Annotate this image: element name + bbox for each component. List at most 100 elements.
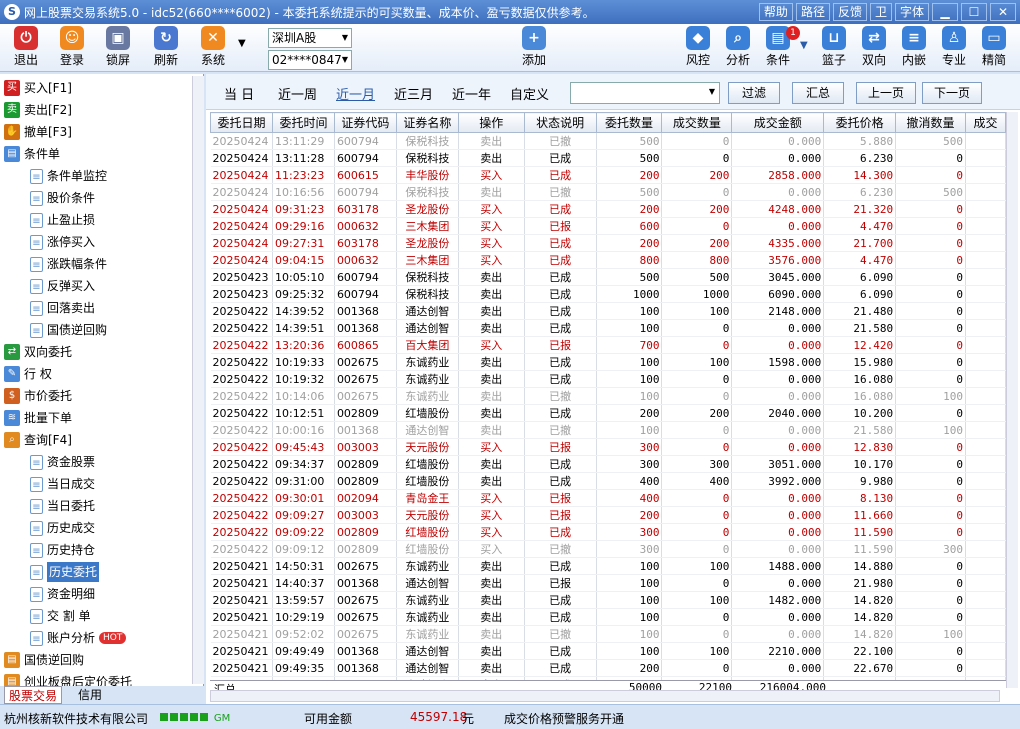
column-header[interactable]: 操作 <box>457 112 525 133</box>
column-header[interactable]: 成交金额 <box>731 112 825 133</box>
table-row[interactable]: 20250423 10:05:10 600794 保税科技 卖出 已成 500 500 3045… <box>210 268 1006 286</box>
column-header[interactable]: 撤消数量 <box>895 112 966 133</box>
table-row[interactable]: 20250424 13:11:28 600794 保税科技 卖出 已成 500 0 0.000 6… <box>210 149 1006 167</box>
table-row[interactable]: 20250422 10:19:33 002675 东诚药业 卖出 已成 100 100 1598… <box>210 353 1006 371</box>
system-dropdown-icon[interactable]: ▼ <box>238 38 246 49</box>
column-header[interactable]: 状态说明 <box>523 112 597 133</box>
tab-month[interactable]: 近一月 <box>336 84 375 103</box>
table-row[interactable]: 20250424 09:04:15 000632 三木集团 买入 已成 800 800 3576… <box>210 251 1006 269</box>
table-row[interactable]: 20250422 10:12:51 002809 红墙股份 卖出 已成 200 200 2040… <box>210 404 1006 422</box>
filter-button[interactable]: 过滤 <box>728 82 780 104</box>
table-row[interactable]: 20250424 11:23:23 600615 丰华股份 买入 已成 200 200 2858… <box>210 166 1006 184</box>
sidebar-item[interactable]: ≡ 历史委托 <box>30 562 100 582</box>
sidebar-item[interactable]: ≡ 历史持仓 <box>30 540 95 560</box>
account-select[interactable]: 02****0847 <box>268 50 352 70</box>
sidebar-item[interactable]: ≡ 当日成交 <box>30 474 95 494</box>
table-row[interactable]: 20250424 09:27:31 603178 圣龙股份 买入 已成 200 200 4335… <box>210 234 1006 252</box>
sidebar-item[interactable]: ≡ 涨跌幅条件 <box>30 254 107 274</box>
table-row[interactable]: 20250422 09:09:27 003003 天元股份 买入 已报 200 0 0.000 1… <box>210 506 1006 524</box>
table-row[interactable]: 20250424 13:11:29 600794 保税科技 卖出 已撤 500 0 0.000 5… <box>210 132 1006 150</box>
sidebar-item[interactable]: $ 市价委托 <box>4 386 72 406</box>
sidebar-item[interactable]: ≡ 止盈止损 <box>30 210 95 230</box>
tab-week[interactable]: 近一周 <box>278 84 317 103</box>
bidirectional-button[interactable]: ⇄ 双向 <box>854 26 894 68</box>
condition-button[interactable]: ▤ 条件 1 <box>758 26 800 68</box>
sidebar-item[interactable]: ⇄ 双向委托 <box>4 342 72 362</box>
feedback-link[interactable]: 反馈 <box>832 3 867 21</box>
market-select[interactable]: 深圳A股 <box>268 28 352 48</box>
help-link[interactable]: 帮助 <box>758 3 793 21</box>
table-row[interactable]: 20250421 09:49:35 001368 通达创智 卖出 已成 200 0 0.000 2… <box>210 659 1006 677</box>
login-button[interactable]: ☺ 登录 <box>52 26 92 68</box>
sidebar-item[interactable]: ≡ 历史成交 <box>30 518 95 538</box>
table-row[interactable]: 20250422 09:09:12 002809 红墙股份 买入 已撤 300 0 0.000 1… <box>210 540 1006 558</box>
sidebar-item[interactable]: ≡ 账户分析 HOT <box>30 628 127 648</box>
sidebar-item[interactable]: ≡ 条件单监控 <box>30 166 107 186</box>
column-header[interactable]: 证券代码 <box>333 112 397 133</box>
font-link[interactable]: 字体 <box>894 3 929 21</box>
refresh-button[interactable]: ↻ 刷新 <box>146 26 186 68</box>
table-row[interactable]: 20250421 10:29:19 002675 东诚药业 卖出 已成 100 0 0.000 1… <box>210 608 1006 626</box>
tab-year[interactable]: 近一年 <box>452 84 491 103</box>
table-vertical-scrollbar[interactable] <box>1006 112 1018 688</box>
professional-button[interactable]: ♙ 专业 <box>934 26 974 68</box>
sidebar-item[interactable]: ≡ 资金股票 <box>30 452 95 472</box>
table-row[interactable]: 20250424 10:16:56 600794 保税科技 卖出 已撤 500 0 0.000 6… <box>210 183 1006 201</box>
add-button[interactable]: + 添加 <box>514 26 554 68</box>
tab-custom[interactable]: 自定义 <box>510 84 549 103</box>
summary-button[interactable]: 汇总 <box>792 82 844 104</box>
compact-button[interactable]: ▭ 精简 <box>974 26 1014 68</box>
tab-stock-trading[interactable]: 股票交易 <box>4 686 63 704</box>
table-row[interactable]: 20250422 09:30:01 002094 青岛金王 买入 已报 400 0 0.000 8… <box>210 489 1006 507</box>
sidebar-scrollbar[interactable] <box>192 76 204 684</box>
table-row[interactable]: 20250424 09:31:23 603178 圣龙股份 买入 已成 200 200 4248… <box>210 200 1006 218</box>
table-row[interactable]: 20250422 10:19:32 002675 东诚药业 卖出 已成 100 0 0.000 1… <box>210 370 1006 388</box>
column-header[interactable]: 委托价格 <box>823 112 897 133</box>
sidebar-item[interactable]: ≡ 交 割 单 <box>30 606 91 626</box>
close-icon[interactable]: ✕ <box>990 3 1016 21</box>
table-row[interactable]: 20250422 13:20:36 600865 百大集团 买入 已报 700 0 0.000 1… <box>210 336 1006 354</box>
analysis-button[interactable]: ⌕ 分析 <box>718 26 758 68</box>
column-header[interactable]: 成交数量 <box>661 112 733 133</box>
sidebar-item[interactable]: ≋ 批量下单 <box>4 408 72 428</box>
table-row[interactable]: 20250422 09:34:37 002809 红墙股份 卖出 已成 300 300 3051… <box>210 455 1006 473</box>
table-row[interactable]: 20250422 14:39:51 001368 通达创智 卖出 已成 100 0 0.000 2… <box>210 319 1006 337</box>
sidebar-item[interactable]: ≡ 国债逆回购 <box>30 320 107 340</box>
basket-button[interactable]: ⊔ 篮子 <box>814 26 854 68</box>
table-row[interactable]: 20250422 14:39:52 001368 通达创智 卖出 已成 100 100 2148… <box>210 302 1006 320</box>
risk-control-button[interactable]: ◆ 风控 <box>678 26 718 68</box>
table-row[interactable]: 20250422 10:00:16 001368 通达创智 卖出 已撤 100 0 0.000 2… <box>210 421 1006 439</box>
table-row[interactable]: 20250421 14:50:31 002675 东诚药业 卖出 已成 100 100 1488… <box>210 557 1006 575</box>
sidebar-item[interactable]: ✋ 撤单[F3] <box>4 122 72 142</box>
lock-screen-button[interactable]: ▣ 锁屏 <box>98 26 138 68</box>
sidebar-item[interactable]: 买买入[F1] <box>4 78 72 98</box>
column-header[interactable]: 证券名称 <box>395 112 459 133</box>
system-button[interactable]: ✕ 系统 <box>193 26 233 68</box>
sidebar-item[interactable]: ▤ 国债逆回购 <box>4 650 84 670</box>
notice-text[interactable]: 成交价格预警服务开通 <box>504 710 624 727</box>
column-header[interactable]: 委托日期 <box>210 112 273 133</box>
table-horizontal-scrollbar[interactable] <box>210 690 1000 702</box>
table-row[interactable]: 20250421 09:52:02 002675 东诚药业 卖出 已撤 100 0 0.000 1… <box>210 625 1006 643</box>
table-row[interactable]: 20250421 09:49:49 001368 通达创智 卖出 已成 100 100 2210… <box>210 642 1006 660</box>
table-row[interactable]: 20250422 09:45:43 003003 天元股份 买入 已报 300 0 0.000 1… <box>210 438 1006 456</box>
sidebar-item[interactable]: 卖卖出[F2] <box>4 100 72 120</box>
wei-link[interactable]: 卫 <box>869 3 892 21</box>
sidebar-item[interactable]: ≡ 股价条件 <box>30 188 95 208</box>
column-header[interactable]: 委托数量 <box>595 112 663 133</box>
column-header[interactable]: 委托时间 <box>271 112 335 133</box>
sidebar-item[interactable]: ✎ 行 权 <box>4 364 52 384</box>
table-row[interactable]: 20250422 09:09:22 002809 红墙股份 买入 已成 300 0 0.000 1… <box>210 523 1006 541</box>
maximize-icon[interactable]: ☐ <box>961 3 987 21</box>
filter-combo[interactable] <box>570 82 720 104</box>
table-row[interactable]: 20250421 13:59:57 002675 东诚药业 卖出 已成 100 100 1482… <box>210 591 1006 609</box>
sidebar-item[interactable]: ≡ 回落卖出 <box>30 298 95 318</box>
embedded-button[interactable]: ≡ 内嵌 <box>894 26 934 68</box>
table-row[interactable]: 20250422 10:14:06 002675 东诚药业 卖出 已撤 100 0 0.000 1… <box>210 387 1006 405</box>
table-row[interactable]: 20250421 14:40:37 001368 通达创智 卖出 已报 100 0 0.000 2… <box>210 574 1006 592</box>
sidebar-item[interactable]: ▤ 条件单 <box>4 144 60 164</box>
prev-page-button[interactable]: 上一页 <box>856 82 916 104</box>
tab-credit[interactable]: 信用 <box>74 686 106 704</box>
exit-button[interactable]: ⏻ 退出 <box>6 26 46 68</box>
sidebar-item[interactable]: ≡ 涨停买入 <box>30 232 95 252</box>
